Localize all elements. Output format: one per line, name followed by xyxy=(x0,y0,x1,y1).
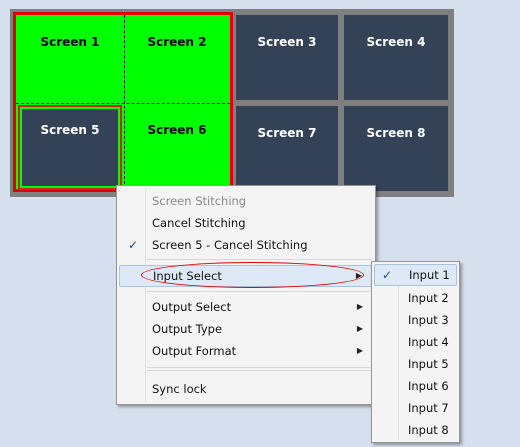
submenu-arrow-icon: ▶ xyxy=(356,302,363,311)
screen-2[interactable]: Screen 2 xyxy=(124,15,230,103)
submenu-item-input-7[interactable]: Input 7 xyxy=(374,397,457,419)
submenu-item-input-6[interactable]: Input 6 xyxy=(374,375,457,397)
menu-item-label: Input Select xyxy=(153,269,222,283)
submenu-item-label: Input 8 xyxy=(408,423,449,437)
menu-item-label: Screen Stitching xyxy=(152,194,247,208)
submenu-arrow-icon: ▶ xyxy=(356,324,363,333)
screen-6[interactable]: Screen 6 xyxy=(124,103,230,189)
menu-item-label: Output Type xyxy=(152,322,223,336)
submenu-item-label: Input 4 xyxy=(408,335,449,349)
submenu-item-label: Input 2 xyxy=(408,291,449,305)
screen-label: Screen 4 xyxy=(366,35,426,49)
menu-item-output-format[interactable]: Output Format ▶ xyxy=(119,340,373,362)
menu-item-screen5-cancel-stitching[interactable]: ✓ Screen 5 - Cancel Stitching xyxy=(119,234,373,256)
menu-item-label: Output Format xyxy=(152,344,237,358)
menu-item-label: Screen 5 - Cancel Stitching xyxy=(152,238,308,252)
submenu-arrow-icon: ▶ xyxy=(355,271,362,280)
screen-label: Screen 1 xyxy=(40,35,100,49)
screen-8[interactable]: Screen 8 xyxy=(344,106,448,191)
check-icon: ✓ xyxy=(382,268,393,282)
menu-separator xyxy=(147,367,372,368)
submenu-item-label: Input 7 xyxy=(408,401,449,415)
screen-label: Screen 3 xyxy=(257,35,317,49)
submenu-item-input-4[interactable]: Input 4 xyxy=(374,331,457,353)
screen-label: Screen 8 xyxy=(366,126,426,140)
menu-item-sync-lock[interactable]: Sync lock xyxy=(119,378,373,400)
submenu-item-label: Input 1 xyxy=(409,268,450,282)
menu-separator xyxy=(147,291,372,292)
screen-label: Screen 5 xyxy=(40,123,100,137)
screen-label: Screen 7 xyxy=(257,126,317,140)
menu-separator xyxy=(147,259,372,260)
menu-item-label: Output Select xyxy=(152,300,232,314)
submenu-item-input-1[interactable]: ✓ Input 1 xyxy=(374,264,457,286)
screen-label: Screen 6 xyxy=(147,123,207,137)
menu-item-output-type[interactable]: Output Type ▶ xyxy=(119,318,373,340)
screen-4[interactable]: Screen 4 xyxy=(344,15,448,100)
input-select-submenu: ✓ Input 1 Input 2 Input 3 Input 4 Input … xyxy=(371,261,460,443)
submenu-item-input-5[interactable]: Input 5 xyxy=(374,353,457,375)
screen-5[interactable]: Screen 5 xyxy=(22,109,118,186)
screen-1[interactable]: Screen 1 xyxy=(16,15,124,103)
submenu-item-input-3[interactable]: Input 3 xyxy=(374,309,457,331)
menu-item-label: Sync lock xyxy=(152,382,207,396)
screen-7[interactable]: Screen 7 xyxy=(236,106,338,191)
menu-separator xyxy=(147,370,372,371)
menu-item-input-select[interactable]: Input Select ▶ xyxy=(119,265,373,287)
menu-item-screen-stitching: Screen Stitching xyxy=(119,190,373,212)
menu-item-label: Cancel Stitching xyxy=(152,216,246,230)
submenu-arrow-icon: ▶ xyxy=(356,346,363,355)
screen-3[interactable]: Screen 3 xyxy=(236,15,338,100)
submenu-item-label: Input 3 xyxy=(408,313,449,327)
submenu-item-label: Input 5 xyxy=(408,357,449,371)
check-icon: ✓ xyxy=(128,238,139,252)
menu-item-cancel-stitching[interactable]: Cancel Stitching xyxy=(119,212,373,234)
submenu-item-input-2[interactable]: Input 2 xyxy=(374,287,457,309)
submenu-item-input-8[interactable]: Input 8 xyxy=(374,419,457,441)
screen-label: Screen 2 xyxy=(147,35,207,49)
menu-item-output-select[interactable]: Output Select ▶ xyxy=(119,296,373,318)
submenu-item-label: Input 6 xyxy=(408,379,449,393)
context-menu: Screen Stitching Cancel Stitching ✓ Scre… xyxy=(116,185,376,405)
